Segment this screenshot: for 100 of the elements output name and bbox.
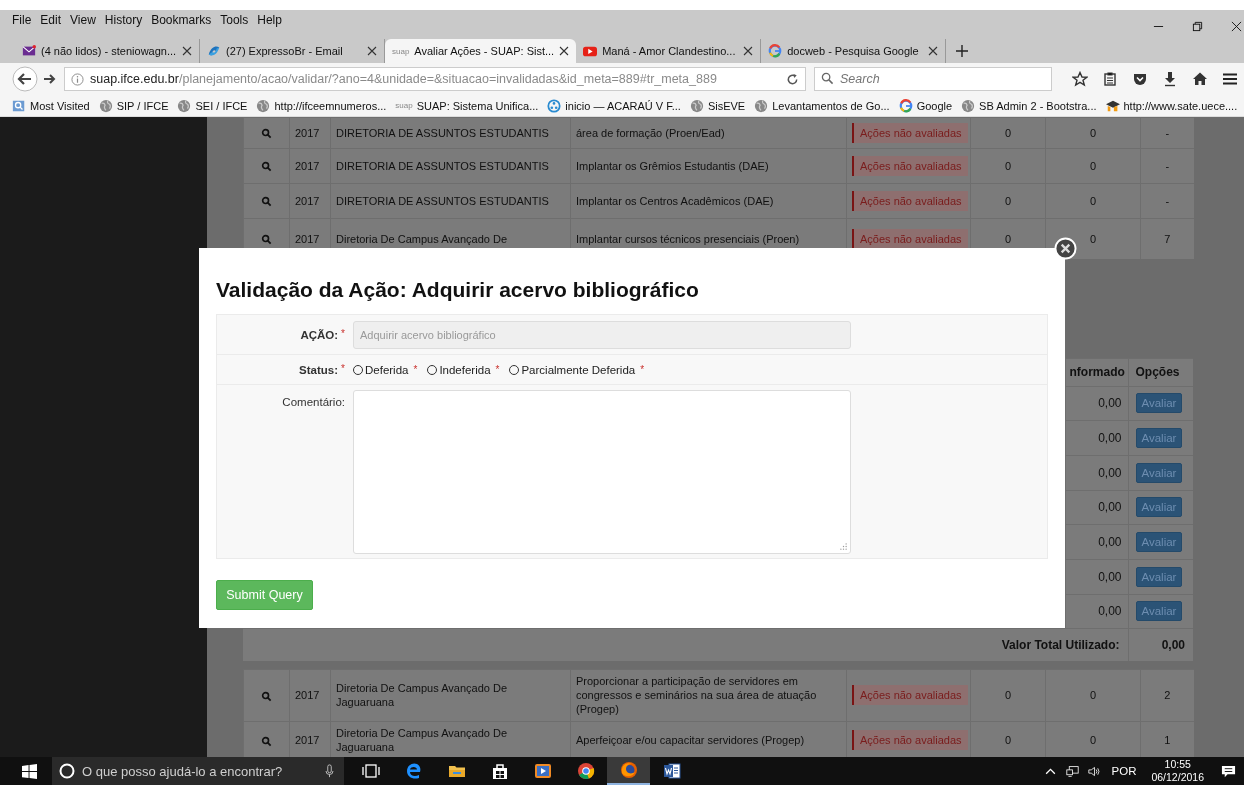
table-cell: 0 — [1089, 194, 1097, 207]
microphone-icon[interactable] — [325, 764, 334, 778]
table-cell: 0 — [1004, 733, 1012, 746]
table-cell: 0,00 — [1098, 569, 1122, 584]
menu-item[interactable]: View — [70, 13, 96, 27]
table-cell: 0 — [1089, 733, 1097, 746]
table-cell: 0 — [1089, 232, 1097, 245]
restore-icon[interactable] — [1192, 20, 1203, 32]
table-cell: 0,00 — [1098, 431, 1122, 446]
pocket-icon[interactable] — [1132, 71, 1148, 87]
close-icon[interactable] — [743, 46, 754, 56]
menu-item[interactable]: Tools — [220, 13, 249, 27]
bookmark-link[interactable]: SIP / IFCE — [98, 98, 169, 113]
new-tab-icon[interactable] — [956, 45, 969, 57]
bookmark-link[interactable]: Levantamentos de Go... — [754, 98, 890, 113]
table-cell: 2017 — [295, 126, 320, 139]
cortana-circle-icon — [59, 763, 75, 779]
total-label: Valor Total Utilizado: — [1001, 638, 1120, 653]
bookmark-link[interactable]: SB Admin 2 - Bootstra... — [961, 98, 1097, 113]
close-icon[interactable] — [367, 46, 377, 56]
download-icon[interactable] — [1162, 71, 1178, 87]
clock[interactable]: 10:55 06/12/2016 — [1151, 758, 1204, 784]
table-cell: 2017 — [295, 194, 320, 207]
clipboard-icon[interactable] — [1102, 71, 1118, 87]
info-icon[interactable] — [71, 72, 84, 86]
menu-item[interactable]: Bookmarks — [151, 13, 212, 27]
star-icon[interactable] — [1072, 71, 1088, 87]
forward-arrow-icon[interactable] — [42, 72, 56, 86]
close-icon[interactable] — [559, 46, 570, 56]
menu-icon[interactable] — [1222, 71, 1238, 87]
document-w-icon — [662, 762, 681, 780]
menu-item[interactable]: History — [104, 13, 143, 27]
status-badge: Ações não avaliadas — [852, 228, 968, 249]
notification-icon[interactable] — [1221, 763, 1236, 779]
menu-item[interactable]: Edit — [40, 13, 62, 27]
search-field[interactable]: O que posso ajudá-lo a encontrar? — [52, 757, 344, 785]
table-cell: 0 — [1004, 689, 1012, 702]
table-cell: 2017 — [295, 733, 320, 746]
chrome-logo-icon — [576, 762, 595, 780]
globe-icon — [177, 98, 192, 113]
status-badge: Ações não avaliadas — [852, 729, 968, 751]
status-badge: Ações não avaliadas — [852, 685, 968, 706]
search-field[interactable]: Search — [814, 67, 1052, 91]
table-cell: 0 — [1089, 689, 1097, 702]
close-icon[interactable] — [928, 46, 939, 56]
table-cell: 0 — [1004, 126, 1012, 139]
globe-icon — [961, 98, 976, 113]
search-icon[interactable] — [261, 196, 272, 208]
close-icon[interactable] — [1231, 20, 1242, 32]
windows-logo-icon[interactable] — [22, 763, 37, 779]
search-icon[interactable] — [261, 161, 272, 173]
table-cell: - — [1165, 159, 1170, 172]
menu-item[interactable]: Help — [257, 13, 282, 27]
resize-grip-icon[interactable] — [840, 543, 847, 550]
folder-icon — [12, 98, 26, 113]
radio-label[interactable]: Deferida — [365, 363, 409, 376]
browser-tab[interactable]: suap Avaliar Ações - SUAP: Sist... — [385, 39, 577, 63]
table-cell: 0 — [1089, 159, 1097, 172]
table-cell: 2017 — [295, 689, 320, 702]
table-cell: 2017 — [295, 159, 320, 172]
bookmark-link[interactable]: Google — [898, 98, 953, 113]
bookmark-link[interactable]: SisEVE — [689, 98, 746, 113]
comment-field[interactable] — [353, 390, 851, 554]
home-icon[interactable] — [1192, 71, 1208, 87]
table-cell: Implantar os Grêmios Estudantis (DAE) — [576, 159, 769, 172]
close-icon[interactable] — [182, 46, 192, 56]
bookmark-link[interactable]: suap SUAP: Sistema Unifica... — [395, 99, 539, 112]
site-logo-text: suap — [392, 46, 410, 56]
envelope-icon — [22, 44, 36, 58]
table-cell: 0,00 — [1098, 604, 1122, 619]
required-mark: * — [341, 328, 345, 339]
table-cell: Diretoria De Campus Avançado De — [336, 232, 507, 245]
task-view-icon — [361, 762, 380, 780]
menu-item[interactable]: File — [12, 13, 32, 27]
status-badge: Ações não avaliadas — [852, 190, 968, 212]
search-icon[interactable] — [261, 128, 272, 140]
address-field[interactable]: suap.ifce.edu.br/planejamento/acao/validar/?ano=4&unidade=&situacao=invalidadas&id_meta=889#tr_meta_889 — [64, 67, 806, 91]
table-cell: 0 — [1089, 126, 1097, 139]
reload-icon[interactable] — [786, 72, 799, 86]
field-label: Comentário: — [282, 396, 345, 408]
bookmark-link[interactable]: Most Visited — [12, 98, 90, 113]
search-icon[interactable] — [261, 735, 272, 747]
dialog-title: Validação da Ação: Adquirir acervo bibliográfico — [216, 277, 700, 303]
bookmark-link[interactable]: http://www.sate.uece.... — [1105, 98, 1238, 113]
network-icon[interactable] — [1065, 764, 1079, 778]
search-icon[interactable] — [261, 690, 272, 702]
radio-label[interactable]: Indeferida — [439, 363, 491, 376]
search-icon[interactable] — [261, 234, 272, 246]
bookmark-link[interactable]: http://ifceemnumeros... — [256, 98, 387, 113]
bookmark-link[interactable]: inicio — ACARAÚ V F... — [547, 98, 681, 113]
field-label: Status: — [299, 364, 339, 376]
table-cell: 0 — [1004, 232, 1012, 245]
language-indicator[interactable]: POR — [1111, 765, 1137, 777]
speaker-icon[interactable] — [1087, 764, 1101, 778]
table-cell: 1 — [1164, 733, 1171, 746]
bookmark-link[interactable]: SEI / IFCE — [177, 98, 248, 113]
table-cell: 0,00 — [1098, 465, 1122, 480]
table-cell: Implantar os Centros Acadêmicos (DAE) — [576, 194, 774, 207]
radio-label[interactable]: Parcialmente Deferida — [521, 363, 636, 376]
column-header: nformado — [1069, 365, 1125, 379]
